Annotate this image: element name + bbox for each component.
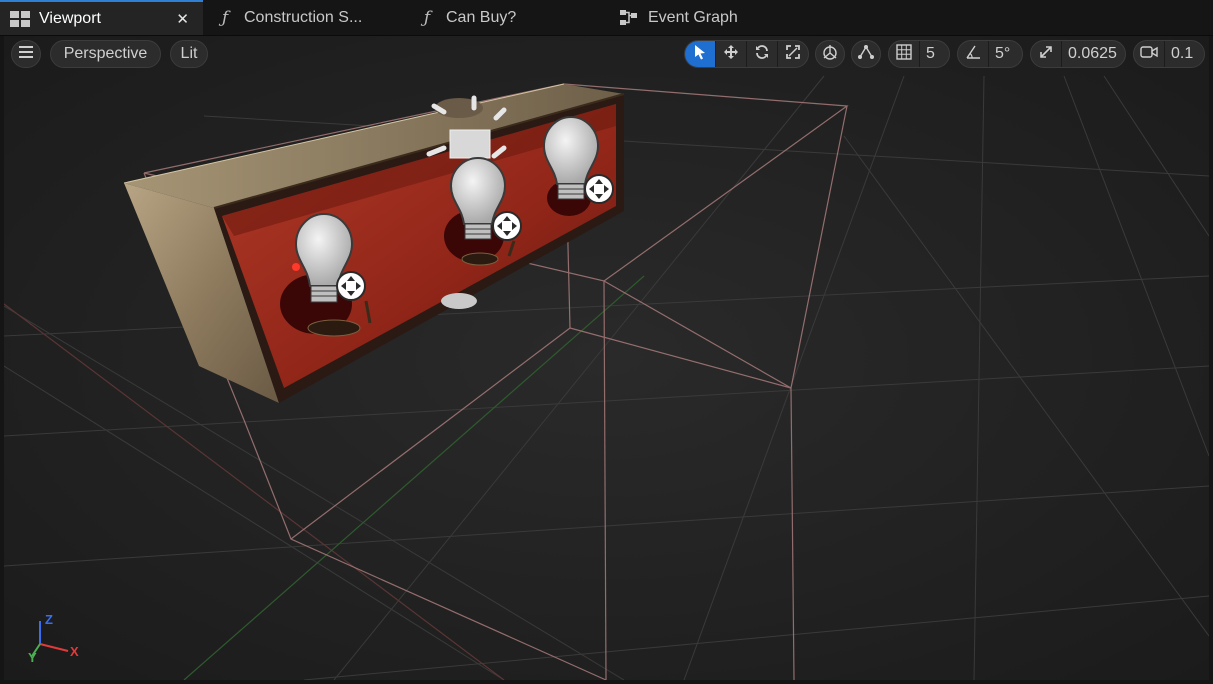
rotation-snap-value[interactable]: 5° [989, 41, 1018, 67]
grid-snap-toggle[interactable] [889, 41, 920, 67]
event-graph-icon [618, 8, 640, 28]
rotate-icon [754, 44, 770, 65]
select-tool-button[interactable] [685, 41, 716, 67]
camera-speed-value[interactable]: 0.1 [1165, 41, 1201, 67]
viewport-menu-button[interactable] [11, 40, 41, 68]
coordinate-system-button[interactable] [815, 40, 845, 68]
scale-snap-toggle[interactable] [1031, 41, 1062, 67]
grid-snap-group: 5 [888, 40, 950, 68]
tab-label: Can Buy? [446, 8, 517, 26]
viewport-grid-icon [9, 9, 31, 29]
scale-arrow-icon [1039, 45, 1053, 64]
cursor-arrow-icon [693, 44, 707, 65]
scale-tool-button[interactable] [778, 41, 808, 67]
tab-label: Viewport [39, 9, 101, 27]
axis-x-label: X [70, 644, 79, 659]
surface-snap-icon [857, 43, 875, 66]
tab-label: Construction S... [244, 8, 363, 26]
tab-bar: Viewport ✕ ƒ Construction S... ƒ Can Buy… [0, 0, 1213, 36]
rotation-snap-group: 5° [957, 40, 1023, 68]
scale-icon [785, 44, 801, 65]
rotate-tool-button[interactable] [747, 41, 778, 67]
tab-viewport[interactable]: Viewport ✕ [0, 0, 203, 35]
scale-snap-group: 0.0625 [1030, 40, 1126, 68]
grid-icon [896, 43, 912, 65]
view-mode-button[interactable]: Perspective [50, 40, 161, 68]
world-axes-icon [821, 43, 839, 66]
camera-icon [1140, 45, 1158, 64]
hamburger-icon [19, 45, 33, 63]
lighting-mode-button[interactable]: Lit [170, 40, 208, 68]
tab-label: Event Graph [648, 8, 738, 26]
viewport[interactable]: Z X Y Perspective Lit 5 5° 0.0625 0.1 [4, 36, 1209, 680]
tab-construction-script[interactable]: ƒ Construction S... [214, 0, 362, 35]
function-icon: ƒ [423, 7, 431, 28]
surface-snapping-button[interactable] [851, 40, 881, 68]
translate-tool-button[interactable] [716, 41, 747, 67]
rotation-snap-toggle[interactable] [958, 41, 989, 67]
grid-snap-value[interactable]: 5 [920, 41, 943, 67]
transform-tools-group [684, 40, 809, 68]
axis-y-label: Y [28, 650, 37, 665]
camera-speed-group: 0.1 [1133, 40, 1205, 68]
scene-3d[interactable]: Z X Y [4, 36, 1209, 680]
scale-snap-value[interactable]: 0.0625 [1062, 41, 1125, 67]
close-icon[interactable]: ✕ [176, 10, 189, 28]
tab-can-buy[interactable]: ƒ Can Buy? [416, 0, 516, 35]
axis-z-label: Z [45, 612, 53, 627]
move-arrows-icon [723, 44, 739, 65]
tab-event-graph[interactable]: Event Graph [618, 0, 738, 35]
camera-speed-button[interactable] [1134, 41, 1165, 67]
function-icon: ƒ [221, 7, 229, 28]
angle-icon [965, 44, 981, 65]
